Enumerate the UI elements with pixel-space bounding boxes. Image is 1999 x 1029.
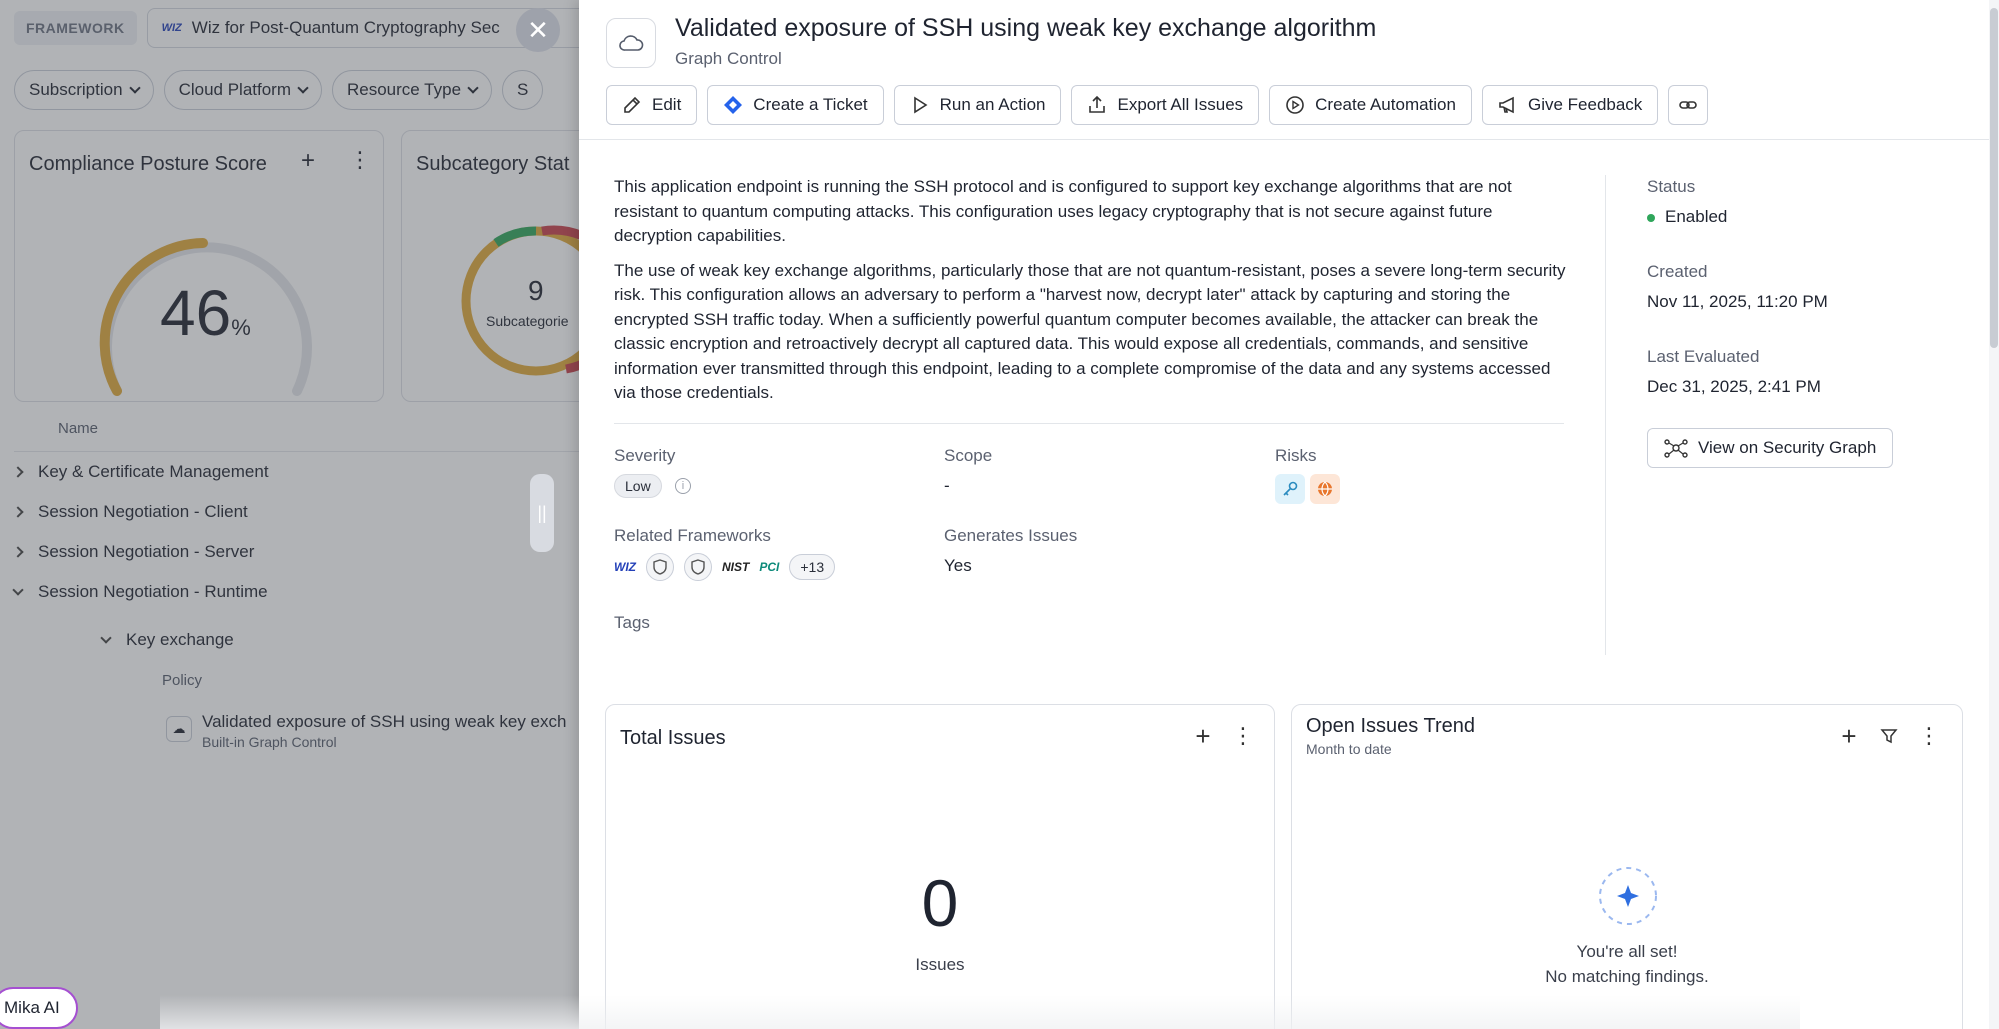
give-feedback-button[interactable]: Give Feedback <box>1481 85 1659 125</box>
create-automation-button[interactable]: Create Automation <box>1269 85 1472 125</box>
created-value: Nov 11, 2025, 11:20 PM <box>1647 292 1828 311</box>
total-issues-title: Total Issues <box>620 727 726 749</box>
more-vertical-icon[interactable]: ⋮ <box>1232 723 1254 748</box>
last-evaluated-label: Last Evaluated <box>1647 347 1760 366</box>
control-description: This application endpoint is running the… <box>614 175 1574 406</box>
create-ticket-button[interactable]: Create a Ticket <box>707 85 884 125</box>
control-title: Validated exposure of SSH using weak key… <box>675 14 1377 42</box>
more-frameworks-badge[interactable]: +13 <box>789 554 836 580</box>
risks-label: Risks <box>1275 446 1317 465</box>
copy-link-button[interactable] <box>1668 85 1709 125</box>
shield-icon[interactable] <box>684 553 712 581</box>
tags-label: Tags <box>614 613 650 632</box>
export-issues-button[interactable]: Export All Issues <box>1071 85 1260 125</box>
add-icon[interactable]: + <box>1838 721 1860 751</box>
scrollbar-thumb[interactable] <box>1990 8 1998 348</box>
control-drawer: Validated exposure of SSH using weak key… <box>579 0 1999 1029</box>
info-icon[interactable]: i <box>675 478 691 494</box>
mika-ai-button[interactable]: Mika AI <box>0 987 78 1029</box>
open-issues-trend-widget: Open Issues Trend Month to date + ⋮ You'… <box>1291 704 1963 1029</box>
link-icon <box>1679 101 1698 109</box>
jira-icon <box>724 96 743 114</box>
open-issues-trend-subtitle: Month to date <box>1306 741 1392 757</box>
generates-issues-label: Generates Issues <box>944 526 1078 545</box>
scope-value: - <box>944 476 950 495</box>
total-issues-count: 0 <box>921 866 959 940</box>
pci-framework-icon[interactable]: PCI <box>759 560 779 574</box>
control-type: Graph Control <box>675 49 782 68</box>
related-frameworks-label: Related Frameworks <box>614 526 771 545</box>
drawer-scrollbar[interactable] <box>1989 0 1999 1029</box>
side-divider <box>1605 175 1606 655</box>
megaphone-icon <box>1499 96 1514 114</box>
severity-label: Severity <box>614 446 676 465</box>
empty-state-message: You're all set! No matching findings. <box>1545 942 1709 986</box>
key-risk-icon[interactable] <box>1275 474 1305 504</box>
close-icon: ✕ <box>527 14 549 45</box>
add-icon[interactable]: + <box>1192 721 1214 751</box>
edit-button[interactable]: Edit <box>606 85 698 125</box>
cloud-icon <box>606 18 656 68</box>
open-issues-trend-title: Open Issues Trend <box>1306 715 1475 737</box>
graph-icon <box>1664 439 1688 458</box>
bottom-fade <box>160 995 1800 1029</box>
status-dot <box>1647 213 1655 222</box>
drawer-resize-handle[interactable]: || <box>530 474 554 552</box>
wiz-framework-icon[interactable]: WIZ <box>614 560 636 574</box>
generates-issues-value: Yes <box>944 556 972 575</box>
edit-icon <box>624 96 641 113</box>
play-circle-icon <box>1286 96 1304 114</box>
run-action-button[interactable]: Run an Action <box>893 85 1062 125</box>
sparkle-icon <box>1599 867 1657 925</box>
related-frameworks-list: WIZ NIST PCI +13 <box>614 553 836 581</box>
scope-label: Scope <box>944 446 993 465</box>
description-paragraph: This application endpoint is running the… <box>614 177 1512 245</box>
widget-tools: + ⋮ <box>1192 721 1254 751</box>
export-icon <box>1089 95 1106 113</box>
created-label: Created <box>1647 262 1708 281</box>
close-drawer-button[interactable]: ✕ <box>516 8 560 52</box>
header-divider <box>579 139 1999 140</box>
play-icon <box>913 96 928 114</box>
internet-exposure-risk-icon[interactable] <box>1310 474 1340 504</box>
content-divider <box>614 423 1564 424</box>
shield-icon[interactable] <box>646 553 674 581</box>
last-evaluated-value: Dec 31, 2025, 2:41 PM <box>1647 377 1821 396</box>
more-vertical-icon[interactable]: ⋮ <box>1918 723 1940 748</box>
action-bar: Edit Create a Ticket Run an Action Expor… <box>606 85 1709 125</box>
status-value: Enabled <box>1647 207 1727 227</box>
total-issues-widget: Total Issues + ⋮ 0 Issues <box>605 704 1275 1029</box>
filter-icon[interactable] <box>1878 725 1900 747</box>
severity-badge: Low <box>614 474 662 498</box>
description-paragraph: The use of weak key exchange algorithms,… <box>614 260 1566 403</box>
status-label: Status <box>1647 177 1696 196</box>
nist-framework-icon[interactable]: NIST <box>722 560 749 574</box>
total-issues-label: Issues <box>915 955 965 974</box>
view-security-graph-button[interactable]: View on Security Graph <box>1647 428 1894 468</box>
widget-tools: + ⋮ <box>1838 721 1940 751</box>
